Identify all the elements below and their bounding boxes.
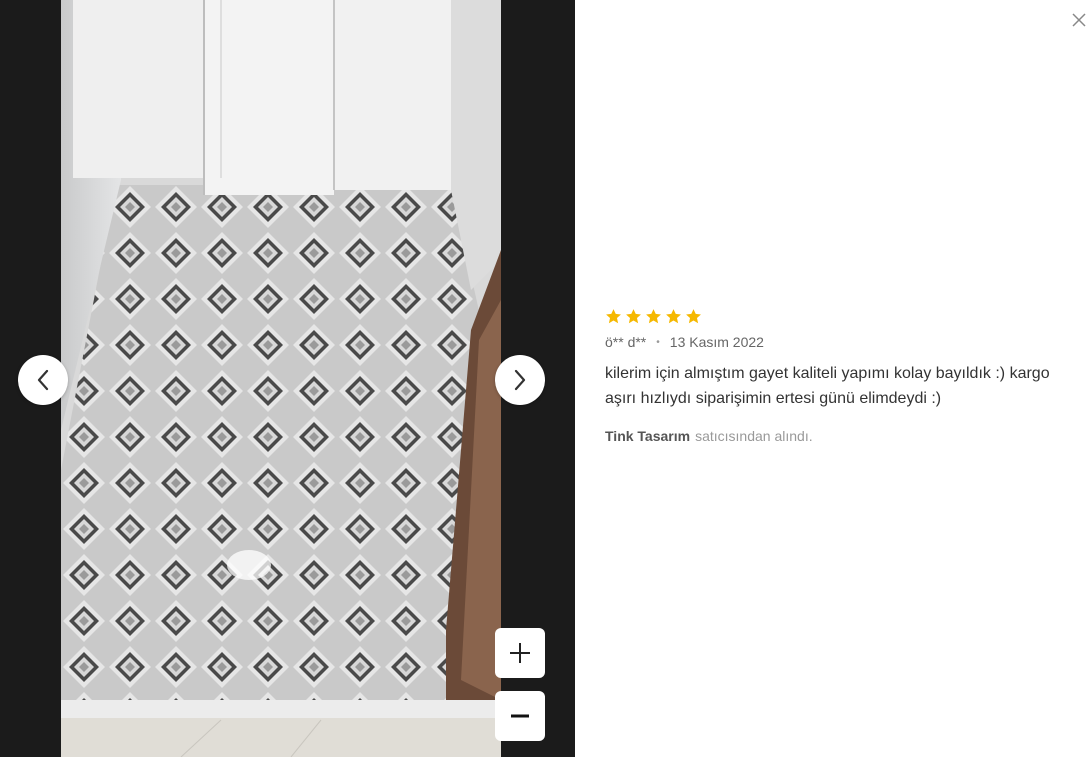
seller-name[interactable]: Tink Tasarım [605,428,690,444]
seller-suffix: satıcısından alındı. [695,428,813,444]
review-comment: kilerim için almıştım gayet kaliteli yap… [605,365,1050,407]
minus-icon [511,714,529,718]
review-date: 13 Kasım 2022 [669,334,764,350]
seller-info: Tink Tasarım satıcısından alındı. [605,428,1075,444]
next-image-button[interactable] [495,355,545,405]
review-author: ö** d** [605,334,647,350]
plus-icon [510,643,530,663]
close-button[interactable] [1070,11,1088,29]
star-rating [605,306,1075,326]
zoom-in-button[interactable] [495,628,545,678]
chevron-left-icon [37,369,49,391]
zoom-out-button[interactable] [495,691,545,741]
review-photo [61,0,501,757]
star-icon [666,308,681,323]
meta-separator: • [656,336,660,348]
chevron-right-icon [514,369,526,391]
previous-image-button[interactable] [18,355,68,405]
image-viewer [0,0,575,757]
close-icon [1072,13,1086,27]
star-icon [686,308,701,323]
review-panel: ö** d** • 13 Kasım 2022 kilerim için alm… [605,306,1075,444]
review-meta: ö** d** • 13 Kasım 2022 [605,334,1075,350]
star-icon [646,308,661,323]
star-icon [626,308,641,323]
star-icon [606,308,621,323]
